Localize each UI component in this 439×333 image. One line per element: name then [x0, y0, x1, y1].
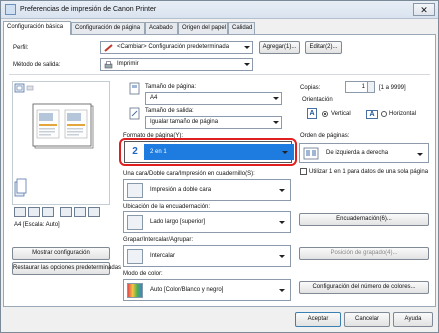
preview-box [12, 81, 110, 205]
page-order-label: Orden de páginas: [300, 133, 350, 139]
tab-acabado[interactable]: Acabado [145, 22, 178, 34]
duplex-value: Impresión a doble cara [150, 187, 212, 193]
pencil-icon [104, 44, 113, 52]
chevron-down-icon [417, 153, 423, 156]
portrait-radio[interactable] [322, 111, 328, 117]
restore-defaults-button[interactable]: Restaurar las opciones predeterminadas [12, 262, 121, 275]
preferences-window: Preferencias de impresión de Canon Print… [0, 0, 439, 333]
duplex-label: Una cara/Doble cara/Impresión en cuadern… [123, 171, 255, 177]
page-size-select[interactable]: A4 [145, 92, 282, 105]
staple-label: Grapar/Intercalar/Agrupar: [123, 237, 194, 243]
page-size-value: A4 [150, 95, 158, 101]
chevron-down-icon [279, 255, 285, 258]
chevron-down-icon [279, 189, 285, 192]
chevron-down-icon [244, 46, 250, 49]
tab-origen-papel[interactable]: Origen del papel [178, 22, 228, 34]
printer-icon [104, 61, 113, 69]
cancel-button[interactable]: Cancelar [344, 312, 390, 327]
preview-caption: A4 [Escala: Auto] [14, 222, 60, 228]
color-mode-value: Auto [Color/Blanco y negro] [150, 287, 224, 293]
page-size-label: Tamaño de página: [145, 84, 197, 90]
orientation-label: Orientación [302, 97, 333, 103]
tab-configuracion-basica[interactable]: Configuración básica [3, 21, 71, 35]
chevron-down-icon [273, 97, 279, 100]
staple-icon[interactable] [28, 207, 40, 217]
chevron-down-icon [244, 63, 250, 66]
page-order-select[interactable]: De izquierda a derecha [299, 143, 429, 163]
radio-dot-icon [324, 113, 326, 115]
binding-select[interactable]: Lado largo [superior] [123, 211, 291, 233]
binding-button[interactable]: Encuadernación(6)... [299, 213, 429, 226]
portrait-icon: A [307, 108, 317, 119]
output-size-label: Tamaño de salida: [145, 108, 194, 114]
binding-value: Lado largo [superior] [150, 219, 206, 225]
landscape-label: Horizontal [389, 111, 417, 117]
add-profile-button[interactable]: Agregar(1)... [259, 41, 300, 54]
landscape-radio[interactable] [381, 111, 387, 117]
ok-button[interactable]: Aceptar [295, 312, 341, 327]
copies-label: Copias: [300, 85, 321, 91]
color-mode-select[interactable]: Auto [Color/Blanco y negro] [123, 279, 291, 301]
binding-location-icon [127, 215, 143, 230]
chevron-down-icon [273, 121, 279, 124]
landscape-icon: A [366, 110, 378, 119]
edit-profile-button[interactable]: Editar(2)... [305, 41, 342, 54]
output-size-select[interactable]: Igualar tamaño de página [145, 116, 282, 129]
output-size-value: Igualar tamaño de página [150, 119, 219, 125]
output-method-label: Método de salida: [13, 62, 61, 68]
highlight-frame [119, 138, 297, 166]
window-title: Preferencias de impresión de Canon Print… [20, 6, 157, 13]
tab-configuracion-pagina[interactable]: Configuración de página [71, 22, 145, 34]
output-method-value: Imprimir [117, 61, 139, 67]
page-order-value: De izquierda a derecha [326, 150, 389, 156]
output-method-select[interactable]: Imprimir [100, 58, 253, 71]
divider [9, 74, 430, 75]
copies-input[interactable]: 1 [345, 81, 375, 93]
binding-icon[interactable] [42, 207, 54, 217]
paper-icon[interactable] [74, 207, 86, 217]
chevron-down-icon [279, 289, 285, 292]
preview-illustration [14, 83, 94, 197]
profile-label: Perfil: [13, 45, 29, 51]
duplex-mode-icon [127, 183, 143, 198]
duplex-select[interactable]: Impresión a doble cara [123, 179, 291, 201]
close-icon[interactable]: ✕ [413, 3, 435, 16]
color-mode-icon [127, 283, 143, 298]
staple-value: Intercalar [150, 253, 176, 259]
show-settings-button[interactable]: Mostrar configuración [12, 247, 110, 260]
output-size-icon [129, 107, 140, 120]
staple-position-button[interactable]: Posición de grapado(4)... [299, 247, 429, 260]
booklet-icon[interactable] [88, 207, 100, 217]
finishing-icon[interactable] [14, 207, 26, 217]
portrait-label: Vertical [331, 111, 351, 117]
staple-select[interactable]: Intercalar [123, 245, 291, 267]
profile-select[interactable]: <Cambiar> Configuración predeterminada [100, 41, 253, 54]
use-1on1-label: Utilizar 1 en 1 para datos de una sola p… [309, 169, 429, 175]
page-size-icon [129, 82, 140, 95]
copies-range: [1 a 9999] [379, 85, 406, 91]
copies-value: 1 [361, 84, 365, 90]
color-count-button[interactable]: Configuración del número de colores... [299, 281, 429, 294]
duplex-icon[interactable] [60, 207, 72, 217]
collate-icon [127, 249, 143, 264]
page-order-icon [303, 147, 319, 160]
chevron-down-icon [279, 221, 285, 224]
tab-calidad[interactable]: Calidad [228, 22, 255, 34]
title-bar: Preferencias de impresión de Canon Print… [1, 1, 438, 19]
profile-value: <Cambiar> Configuración predeterminada [117, 44, 230, 50]
binding-label: Ubicación de la encuadernación: [123, 204, 211, 210]
use-1on1-checkbox[interactable] [300, 168, 307, 175]
help-button[interactable]: Ayuda [393, 312, 433, 327]
preview-toolbar [12, 205, 110, 219]
printer-app-icon [5, 4, 16, 15]
color-mode-label: Modo de color: [123, 271, 163, 277]
spinner-icon[interactable] [367, 82, 374, 92]
